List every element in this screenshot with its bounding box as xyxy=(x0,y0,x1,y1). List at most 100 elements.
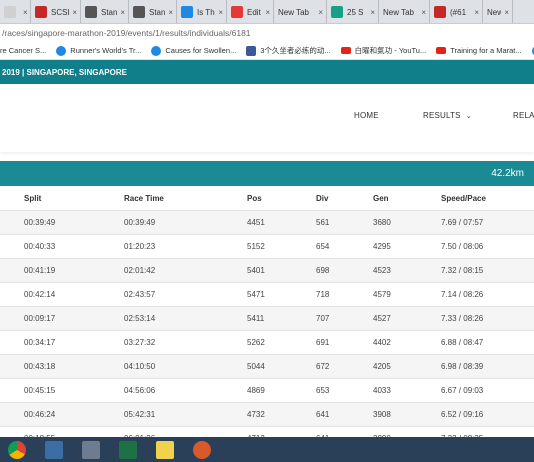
browser-tab[interactable]: Stan × xyxy=(81,0,129,23)
bookmark-label: Causes for Swollen... xyxy=(165,46,237,55)
cell-div: 561 xyxy=(316,218,330,227)
browser-tab[interactable]: New Tab × xyxy=(274,0,327,23)
cell-div: 654 xyxy=(316,242,330,251)
cell-gen: 4205 xyxy=(373,362,391,371)
chrome-icon[interactable] xyxy=(6,439,28,461)
cell-div: 691 xyxy=(316,338,330,347)
cell-race-time: 02:43:57 xyxy=(124,290,156,299)
scs-icon xyxy=(35,6,47,18)
s2-icon xyxy=(434,6,446,18)
cpu-z-icon[interactable] xyxy=(80,439,102,461)
cell-div: 672 xyxy=(316,362,330,371)
bookmark-item[interactable]: 白曜和氣功 - YouTu... xyxy=(340,45,426,56)
cell-speed: 7.14 / 08:26 xyxy=(441,290,484,299)
nav-home-link[interactable]: HOME xyxy=(354,111,379,120)
youtube-icon xyxy=(340,47,351,54)
cell-split: 00:40:33 xyxy=(24,242,56,251)
close-tab-icon[interactable]: × xyxy=(117,8,125,17)
browser-tab-label: (#61 xyxy=(450,7,467,17)
bookmark-item[interactable]: Runner's World's Tr... xyxy=(56,45,141,56)
bookmark-item[interactable]: 3个久坐者必练的动... xyxy=(246,45,331,56)
cell-div: 641 xyxy=(316,410,330,419)
close-tab-icon[interactable]: × xyxy=(471,8,479,17)
photos-icon[interactable] xyxy=(43,439,65,461)
bookmark-label: re Cancer S... xyxy=(0,46,47,55)
browser-tab-label: Edit xyxy=(247,7,261,17)
header-race-time: Race Time xyxy=(124,194,164,203)
address-bar[interactable]: /races/singapore-marathon-2019/events/1/… xyxy=(0,24,534,42)
excel-icon[interactable] xyxy=(117,439,139,461)
bookmark-label: 3个久坐者必练的动... xyxy=(260,46,331,55)
globe-icon xyxy=(85,6,97,18)
cell-split: 00:39:49 xyxy=(24,218,56,227)
close-tab-icon[interactable]: × xyxy=(418,8,426,17)
cell-pos: 5262 xyxy=(247,338,265,347)
browser-tab[interactable]: Is Th × xyxy=(177,0,227,23)
browser-tab-label: Stan xyxy=(101,7,118,17)
cell-race-time: 02:01:42 xyxy=(124,266,156,275)
event-title: 2019 | SINGAPORE, SINGAPORE xyxy=(2,67,127,77)
close-tab-icon[interactable]: × xyxy=(215,8,223,17)
close-tab-icon[interactable]: × xyxy=(367,8,375,17)
close-tab-icon[interactable]: × xyxy=(20,8,28,17)
vpn-icon[interactable] xyxy=(191,439,213,461)
browser-tab-label: 25 S xyxy=(347,7,364,17)
cell-div: 707 xyxy=(316,314,330,323)
table-row: 00:43:18 04:10:50 5044 672 4205 6.98 / 08:39 xyxy=(0,355,534,379)
bookmark-item[interactable]: Causes for Swollen... xyxy=(151,45,237,56)
cell-pos: 4869 xyxy=(247,386,265,395)
close-tab-icon[interactable]: × xyxy=(69,8,77,17)
table-row: 00:45:15 04:56:06 4869 653 4033 6.67 / 09:03 xyxy=(0,379,534,403)
rw-icon xyxy=(151,45,162,56)
cpu-z-icon-glyph xyxy=(82,440,100,459)
browser-tab[interactable]: (1 J× xyxy=(0,0,31,23)
edit-icon xyxy=(231,6,243,18)
cell-gen: 4579 xyxy=(373,290,391,299)
nav-results-menu[interactable]: RESULTS ⌄ xyxy=(423,111,472,120)
close-tab-icon[interactable]: × xyxy=(262,8,270,17)
cell-pos: 5411 xyxy=(247,314,265,323)
rw-icon xyxy=(181,6,193,18)
browser-tab[interactable]: Stan × xyxy=(129,0,177,23)
table-row: 00:42:14 02:43:57 5471 718 4579 7.14 / 08:26 xyxy=(0,283,534,307)
cell-gen: 3680 xyxy=(373,218,391,227)
table-row: 00:39:49 00:39:49 4451 561 3680 7.69 / 07:57 xyxy=(0,211,534,235)
cell-race-time: 04:10:50 xyxy=(124,362,156,371)
header-pos: Pos xyxy=(247,194,262,203)
browser-tab[interactable]: New× xyxy=(483,0,513,23)
chevron-down-icon: ⌄ xyxy=(465,113,472,120)
close-tab-icon[interactable]: × xyxy=(501,8,509,17)
notes-icon[interactable] xyxy=(154,439,176,461)
browser-tab[interactable]: 25 S × xyxy=(327,0,379,23)
sheets-icon xyxy=(331,6,343,18)
browser-tab[interactable]: New Tab × xyxy=(379,0,430,23)
table-body: 00:39:49 00:39:49 4451 561 3680 7.69 / 07:57 0… xyxy=(0,211,534,451)
cell-div: 698 xyxy=(316,266,330,275)
url-text[interactable]: /races/singapore-marathon-2019/events/1/… xyxy=(0,28,251,38)
cell-gen: 4523 xyxy=(373,266,391,275)
youtube-icon xyxy=(436,47,447,54)
browser-tab[interactable]: SCSI × xyxy=(31,0,81,23)
excel-icon-glyph xyxy=(119,440,137,459)
cell-split: 00:46:24 xyxy=(24,410,56,419)
close-tab-icon[interactable]: × xyxy=(165,8,173,17)
bookmark-item[interactable]: Training for a Marat... xyxy=(436,46,522,55)
browser-tab-label: Is Th xyxy=(197,7,215,17)
cell-pos: 4732 xyxy=(247,410,265,419)
cell-race-time: 04:56:06 xyxy=(124,386,156,395)
notes-icon-glyph xyxy=(156,440,174,459)
cell-gen: 4033 xyxy=(373,386,391,395)
cell-split: 00:42:14 xyxy=(24,290,56,299)
cell-speed: 7.50 / 08:06 xyxy=(441,242,484,251)
cell-split: 00:45:15 xyxy=(24,386,56,395)
close-tab-icon[interactable]: × xyxy=(315,8,323,17)
nav-rela-link[interactable]: RELA xyxy=(513,111,534,120)
browser-tab[interactable]: (#61 × xyxy=(430,0,483,23)
splits-table: Split Race Time Pos Div Gen Speed/Pace 0… xyxy=(0,186,534,451)
browser-tab[interactable]: Edit × xyxy=(227,0,274,23)
cell-div: 653 xyxy=(316,386,330,395)
bookmark-item[interactable]: re Cancer S... xyxy=(0,46,46,55)
table-row: 00:34:17 03:27:32 5262 691 4402 6.88 / 08:47 xyxy=(0,331,534,355)
cell-race-time: 01:20:23 xyxy=(124,242,156,251)
browser-tab-label: SCSI xyxy=(51,7,70,17)
